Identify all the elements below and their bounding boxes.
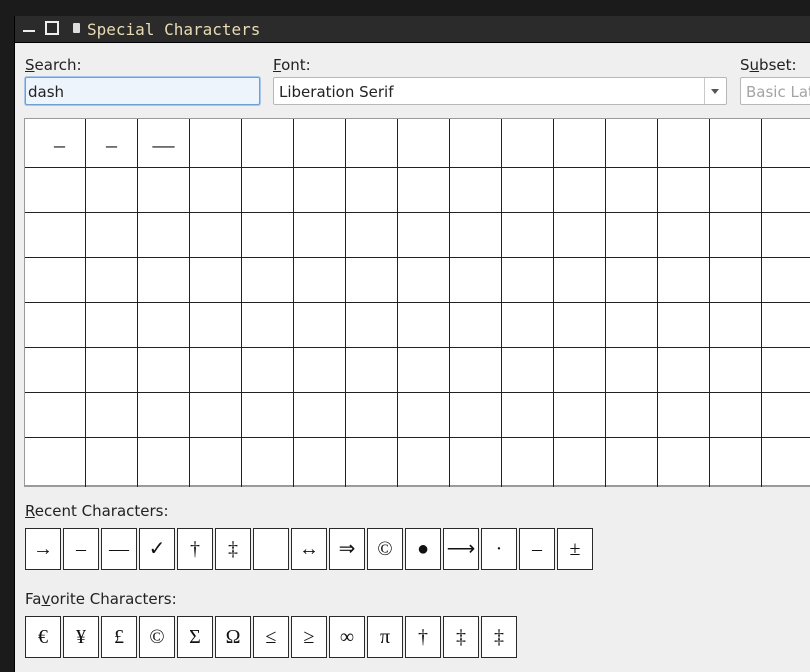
special-characters-dialog: Special Characters Search: Font: Subset:… <box>14 16 810 672</box>
maximize-icon[interactable] <box>45 21 59 35</box>
recent-char[interactable]: – <box>63 528 99 570</box>
recent-char[interactable]: ⇒ <box>329 528 365 570</box>
font-select[interactable]: Liberation Serif <box>273 77 727 105</box>
char-cell[interactable]: — <box>138 132 189 158</box>
recent-char[interactable]: † <box>177 528 213 570</box>
favorite-char[interactable]: € <box>25 616 61 658</box>
recent-char[interactable]: © <box>367 528 403 570</box>
favorite-char[interactable]: Ω <box>215 616 251 658</box>
recent-char[interactable]: — <box>101 528 137 570</box>
recent-char[interactable]: → <box>25 528 61 570</box>
favorite-char[interactable]: ≤ <box>253 616 289 658</box>
char-cell[interactable]: ‒ <box>34 132 85 158</box>
app-icon <box>73 23 80 33</box>
recent-char[interactable]: ● <box>405 528 441 570</box>
favorite-char[interactable]: ≥ <box>291 616 327 658</box>
recent-char[interactable]: ⟶ <box>443 528 479 570</box>
window-title: Special Characters <box>87 20 261 39</box>
recent-char[interactable]: ± <box>557 528 593 570</box>
character-grid[interactable]: ‒ – — <box>24 118 810 487</box>
font-select-value: Liberation Serif <box>279 83 394 101</box>
char-cell[interactable]: – <box>86 132 137 158</box>
search-input[interactable]: dash <box>25 77 260 105</box>
font-label: Font: <box>273 56 311 74</box>
favorite-char[interactable]: £ <box>101 616 137 658</box>
recent-char[interactable]: ✓ <box>139 528 175 570</box>
favorite-char[interactable]: ‡ <box>443 616 479 658</box>
favorite-characters-label: Favorite Characters: <box>25 590 177 608</box>
favorite-char[interactable]: ‡ <box>481 616 517 658</box>
favorite-char[interactable]: † <box>405 616 441 658</box>
subset-label: Subset: <box>740 56 797 74</box>
recent-characters-label: Recent Characters: <box>25 502 169 520</box>
chevron-down-icon[interactable] <box>704 78 726 104</box>
recent-char[interactable]: – <box>519 528 555 570</box>
favorite-char[interactable]: π <box>367 616 403 658</box>
recent-char[interactable]: ↔ <box>291 528 327 570</box>
favorite-char[interactable]: ¥ <box>63 616 99 658</box>
title-bar: Special Characters <box>15 16 810 43</box>
recent-char[interactable]: · <box>481 528 517 570</box>
recent-char[interactable]: ‡ <box>215 528 251 570</box>
favorite-char[interactable]: © <box>139 616 175 658</box>
favorite-char[interactable]: ∞ <box>329 616 365 658</box>
minimize-icon[interactable] <box>23 21 35 33</box>
recent-char[interactable] <box>253 528 289 570</box>
subset-select[interactable]: Basic Latin <box>740 77 810 105</box>
search-label: Search: <box>25 56 82 74</box>
favorite-char[interactable]: Σ <box>177 616 213 658</box>
